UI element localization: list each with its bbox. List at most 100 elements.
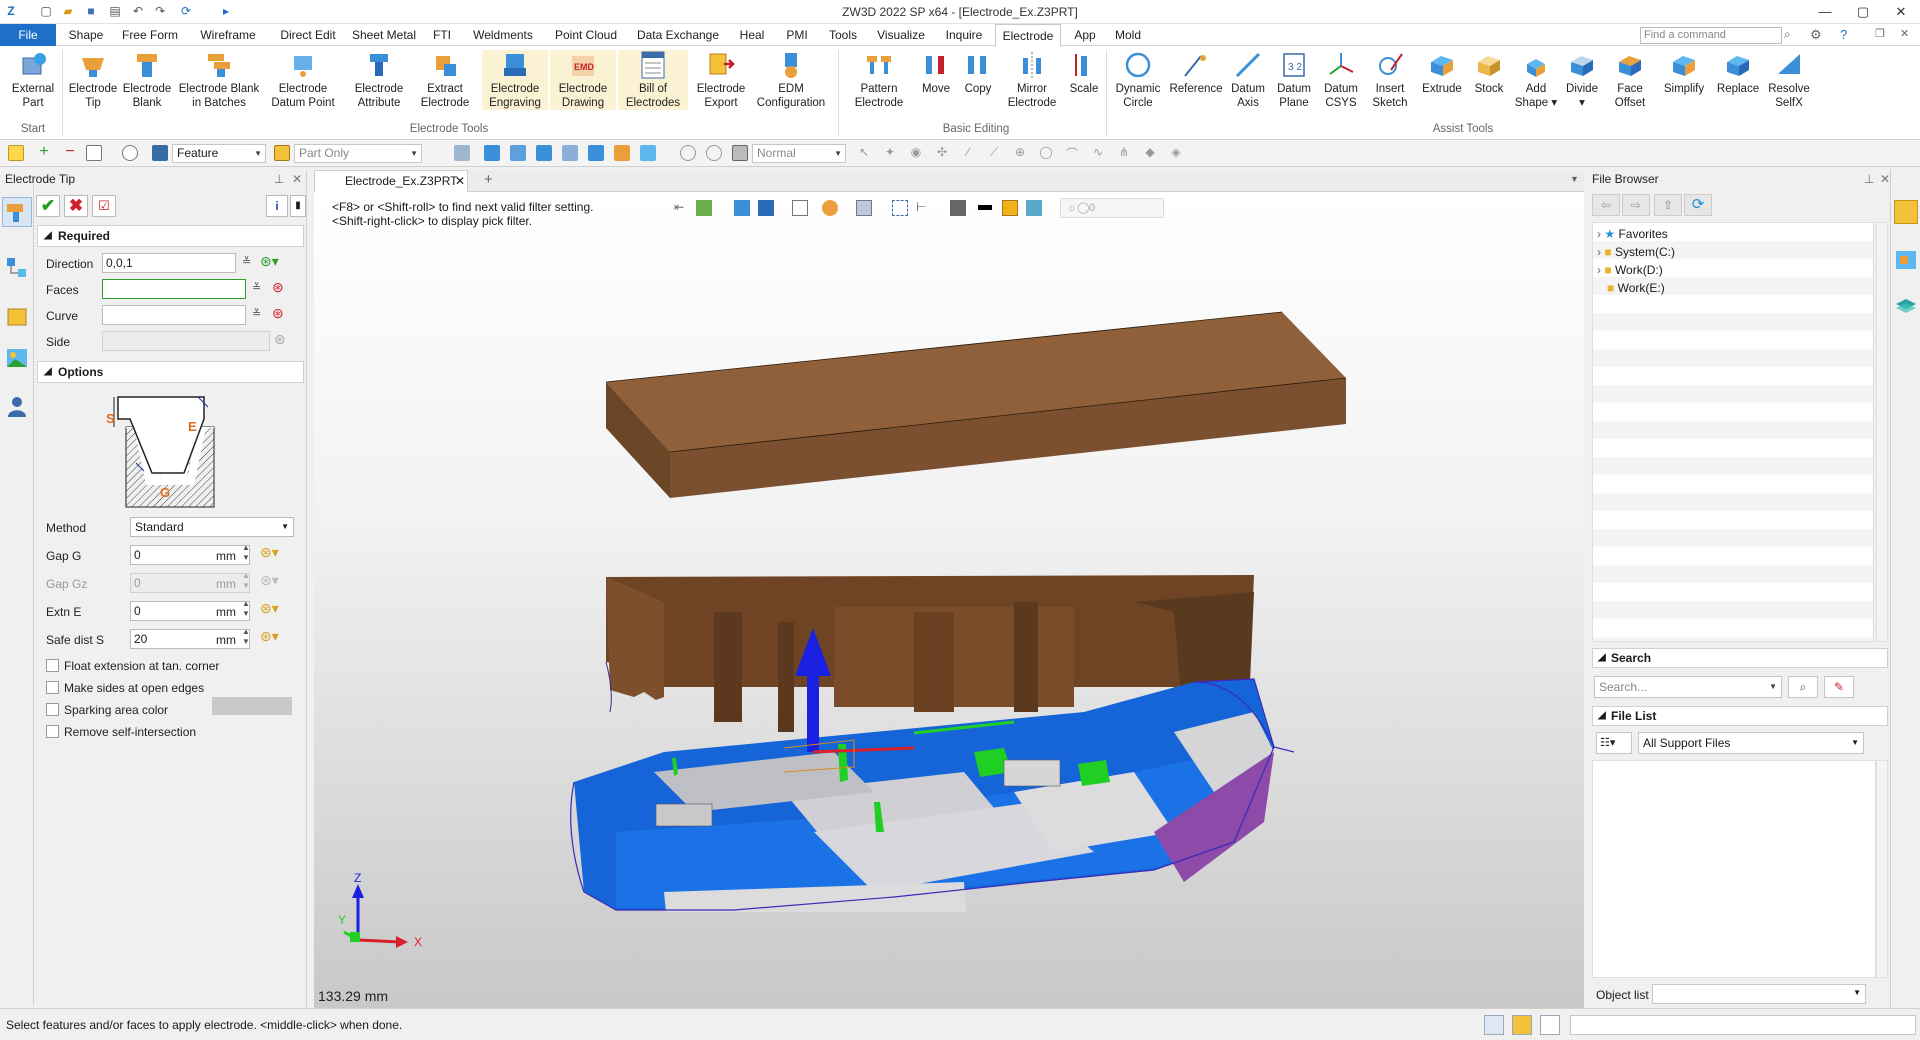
snap-icon-4[interactable]: ✣ — [934, 145, 950, 161]
minimize-button[interactable]: — — [1810, 2, 1840, 22]
curve-options-icon[interactable]: ≚ — [252, 307, 261, 320]
remove-pick-icon[interactable]: − — [62, 144, 78, 161]
filter-icon[interactable] — [152, 145, 168, 161]
view-mode-button[interactable]: ☷▾ — [1596, 732, 1632, 754]
extn-e-pick-icon[interactable]: ⊛▾ — [260, 600, 279, 617]
tree-scrollbar[interactable] — [1876, 222, 1888, 642]
back-button[interactable]: ⇦ — [1592, 194, 1620, 216]
snap-icon-6[interactable]: ⟋ — [986, 145, 1002, 161]
help-icon[interactable]: ? — [1840, 27, 1847, 42]
object-list-select[interactable]: ▼ — [1652, 984, 1866, 1004]
edm-configuration-button[interactable]: EDM Configuration — [752, 50, 830, 110]
datum-axis-button[interactable]: Datum Axis — [1226, 50, 1270, 110]
faces-options-icon[interactable]: ≚ — [252, 281, 261, 294]
pick-mode-icon[interactable] — [122, 145, 138, 161]
tree-item-work-d[interactable]: › ■ Work(D:) — [1597, 261, 1663, 279]
electrode-tip-button[interactable]: Electrode Tip — [66, 50, 120, 110]
target-icon[interactable] — [706, 145, 722, 161]
tree-item-favorites[interactable]: › ★ Favorites — [1597, 225, 1668, 243]
forward-button[interactable]: ⇨ — [1622, 194, 1650, 216]
stop-icon[interactable] — [732, 145, 748, 161]
electrode-export-button[interactable]: Electrode Export — [690, 50, 752, 110]
tab-inquire[interactable]: Inquire — [938, 24, 990, 46]
gap-g-spinner[interactable]: ▲ ▼ — [242, 543, 250, 563]
sparking-color-swatch[interactable] — [212, 697, 292, 715]
float-extension-checkbox[interactable] — [46, 659, 59, 672]
resolve-selfx-button[interactable]: Resolve SelfX — [1764, 50, 1814, 110]
snap-icon-10[interactable]: ∿ — [1090, 145, 1106, 161]
scope-select[interactable]: Part Only ▼ — [294, 144, 422, 163]
tool-icon-2[interactable] — [484, 145, 500, 161]
move-button[interactable]: Move — [914, 50, 958, 96]
remove-self-intersection-checkbox[interactable] — [46, 725, 59, 738]
file-list-section-header[interactable]: ◢ File List — [1592, 706, 1888, 726]
ok-button[interactable]: ✔ — [36, 195, 60, 217]
snap-icon-2[interactable]: ✦ — [882, 145, 898, 161]
search-icon[interactable]: ⌕ — [1784, 27, 1791, 42]
dynamic-circle-button[interactable]: Dynamic Circle — [1110, 50, 1166, 110]
safe-dist-pick-icon[interactable]: ⊛▾ — [260, 628, 279, 645]
tab-tools[interactable]: Tools — [822, 24, 864, 46]
cancel-button[interactable]: ✖ — [64, 195, 88, 217]
scale-button[interactable]: Scale — [1066, 50, 1102, 96]
tab-direct-edit[interactable]: Direct Edit — [270, 24, 346, 46]
snap-icon-8[interactable]: ◯ — [1038, 145, 1054, 161]
close-button[interactable]: ✕ — [1886, 2, 1916, 22]
tab-wireframe[interactable]: Wireframe — [190, 24, 266, 46]
face-offset-button[interactable]: Face Offset — [1608, 50, 1652, 110]
tab-electrode[interactable]: Electrode — [995, 24, 1061, 47]
snap-icon-9[interactable]: ⌒ — [1064, 145, 1080, 161]
faces-input[interactable] — [102, 279, 246, 299]
electrode-attribute-button[interactable]: Electrode Attribute — [348, 50, 410, 110]
tab-point-cloud[interactable]: Point Cloud — [548, 24, 624, 46]
tab-heal[interactable]: Heal — [732, 24, 772, 46]
faces-pick-icon[interactable]: ⊛ — [272, 279, 284, 296]
bill-of-electrodes-button[interactable]: Bill of Electrodes — [618, 50, 688, 110]
file-search-input[interactable]: Search... ▼ — [1594, 676, 1782, 698]
tabs-menu-icon[interactable]: ▼ — [1570, 174, 1579, 184]
sparking-color-checkbox[interactable] — [46, 703, 59, 716]
snap-icon-7[interactable]: ⊕ — [1012, 145, 1028, 161]
options-section-header[interactable]: ◢ Options — [37, 361, 304, 383]
snap-icon-3[interactable]: ◉ — [908, 145, 924, 161]
doc-tab-electrode-ex[interactable]: Electrode_Ex.Z3PRT ✕ — [314, 170, 468, 192]
electrode-blank-batches-button[interactable]: Electrode Blank in Batches — [174, 50, 264, 110]
copy-button[interactable]: Copy — [958, 50, 998, 96]
status-tree-icon[interactable] — [1484, 1015, 1504, 1035]
layers-strip-icon[interactable] — [1894, 294, 1918, 318]
gallery-strip-icon[interactable] — [1894, 248, 1918, 272]
tab-pmi[interactable]: PMI — [778, 24, 816, 46]
snap-icon-12[interactable]: ◆ — [1142, 145, 1158, 161]
left-panel-splitter[interactable] — [306, 170, 314, 1008]
add-pick-icon[interactable]: + — [36, 144, 52, 161]
safe-dist-spinner[interactable]: ▲ ▼ — [242, 627, 250, 647]
file-filter-select[interactable]: All Support Files ▼ — [1638, 732, 1864, 754]
divide-button[interactable]: Divide ▾ — [1560, 50, 1604, 110]
tab-free-form[interactable]: Free Form — [116, 24, 184, 46]
make-sides-checkbox[interactable] — [46, 681, 59, 694]
add-shape-button[interactable]: Add Shape ▾ — [1514, 50, 1558, 110]
tool-icon-5[interactable] — [562, 145, 578, 161]
select-arrow-icon[interactable] — [8, 145, 24, 161]
tab-sheet-metal[interactable]: Sheet Metal — [348, 24, 420, 46]
maximize-button[interactable]: ▢ — [1848, 2, 1878, 22]
filter-select[interactable]: Feature ▼ — [172, 144, 266, 163]
pin-icon[interactable]: ⊥ — [1864, 170, 1874, 188]
electrode-strip-icon[interactable] — [2, 197, 32, 227]
tool-icon-6[interactable] — [588, 145, 604, 161]
snap-icon-1[interactable]: ↖ — [856, 145, 872, 161]
up-folder-button[interactable]: ⇧ — [1654, 194, 1682, 216]
clear-search-icon[interactable]: ✎ — [1824, 676, 1854, 698]
status-screen-icon[interactable] — [1512, 1015, 1532, 1035]
search-section-header[interactable]: ◢ Search — [1592, 648, 1888, 668]
electrode-body[interactable] — [605, 311, 1347, 732]
reference-button[interactable]: Reference — [1168, 50, 1224, 96]
electrode-blank-button[interactable]: Electrode Blank — [120, 50, 174, 110]
curve-pick-icon[interactable]: ⊛ — [272, 305, 284, 322]
file-list[interactable] — [1592, 760, 1876, 978]
extrude-button[interactable]: Extrude — [1418, 50, 1466, 96]
extract-electrode-button[interactable]: Extract Electrode — [414, 50, 476, 110]
stock-button[interactable]: Stock — [1468, 50, 1510, 96]
tree-item-system-c[interactable]: › ■ System(C:) — [1597, 243, 1675, 261]
new-tab-icon[interactable]: + — [484, 171, 493, 188]
